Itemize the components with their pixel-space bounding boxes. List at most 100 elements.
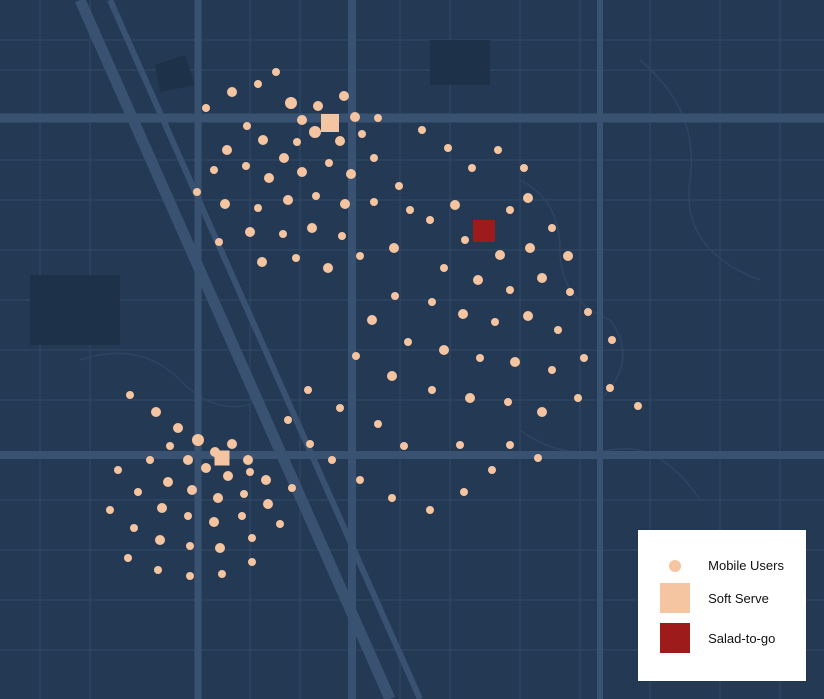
- mobile-user-marker[interactable]: [325, 159, 333, 167]
- mobile-user-marker[interactable]: [504, 398, 512, 406]
- mobile-user-marker[interactable]: [388, 494, 396, 502]
- mobile-user-marker[interactable]: [243, 455, 253, 465]
- mobile-user-marker[interactable]: [473, 275, 483, 285]
- mobile-user-marker[interactable]: [395, 182, 403, 190]
- mobile-user-marker[interactable]: [304, 386, 312, 394]
- mobile-user-marker[interactable]: [227, 439, 237, 449]
- mobile-user-marker[interactable]: [257, 257, 267, 267]
- mobile-user-marker[interactable]: [124, 554, 132, 562]
- mobile-user-marker[interactable]: [242, 162, 250, 170]
- mobile-user-marker[interactable]: [240, 490, 248, 498]
- mobile-user-marker[interactable]: [154, 566, 162, 574]
- mobile-user-marker[interactable]: [130, 524, 138, 532]
- mobile-user-marker[interactable]: [491, 318, 499, 326]
- mobile-user-marker[interactable]: [114, 466, 122, 474]
- mobile-user-marker[interactable]: [468, 164, 476, 172]
- mobile-user-marker[interactable]: [495, 250, 505, 260]
- mobile-user-marker[interactable]: [335, 136, 345, 146]
- mobile-user-marker[interactable]: [184, 512, 192, 520]
- mobile-user-marker[interactable]: [245, 227, 255, 237]
- mobile-user-marker[interactable]: [338, 232, 346, 240]
- mobile-user-marker[interactable]: [215, 543, 225, 553]
- mobile-user-marker[interactable]: [566, 288, 574, 296]
- mobile-user-marker[interactable]: [220, 199, 230, 209]
- soft-serve-marker[interactable]: [321, 114, 339, 132]
- mobile-user-marker[interactable]: [440, 264, 448, 272]
- mobile-user-marker[interactable]: [243, 122, 251, 130]
- mobile-user-marker[interactable]: [215, 238, 223, 246]
- mobile-user-marker[interactable]: [336, 404, 344, 412]
- mobile-user-marker[interactable]: [634, 402, 642, 410]
- mobile-user-marker[interactable]: [151, 407, 161, 417]
- mobile-user-marker[interactable]: [210, 166, 218, 174]
- mobile-user-marker[interactable]: [213, 493, 223, 503]
- mobile-user-marker[interactable]: [418, 126, 426, 134]
- mobile-user-marker[interactable]: [387, 371, 397, 381]
- mobile-user-marker[interactable]: [506, 286, 514, 294]
- mobile-user-marker[interactable]: [461, 236, 469, 244]
- mobile-user-marker[interactable]: [563, 251, 573, 261]
- mobile-user-marker[interactable]: [106, 506, 114, 514]
- mobile-user-marker[interactable]: [574, 394, 582, 402]
- mobile-user-marker[interactable]: [534, 454, 542, 462]
- mobile-user-marker[interactable]: [537, 273, 547, 283]
- mobile-user-marker[interactable]: [450, 200, 460, 210]
- mobile-user-marker[interactable]: [283, 195, 293, 205]
- mobile-user-marker[interactable]: [391, 292, 399, 300]
- mobile-user-marker[interactable]: [494, 146, 502, 154]
- mobile-user-marker[interactable]: [356, 476, 364, 484]
- mobile-user-marker[interactable]: [173, 423, 183, 433]
- mobile-user-marker[interactable]: [428, 386, 436, 394]
- mobile-user-marker[interactable]: [339, 91, 349, 101]
- mobile-user-marker[interactable]: [209, 517, 219, 527]
- mobile-user-marker[interactable]: [258, 135, 268, 145]
- mobile-user-marker[interactable]: [186, 572, 194, 580]
- salad-to-go-marker[interactable]: [473, 220, 495, 242]
- mobile-user-marker[interactable]: [222, 145, 232, 155]
- mobile-user-marker[interactable]: [146, 456, 154, 464]
- mobile-user-marker[interactable]: [350, 112, 360, 122]
- mobile-user-marker[interactable]: [525, 243, 535, 253]
- mobile-user-marker[interactable]: [192, 434, 204, 446]
- mobile-user-marker[interactable]: [460, 488, 468, 496]
- map-canvas[interactable]: Mobile Users Soft Serve Salad-to-go: [0, 0, 824, 699]
- mobile-user-marker[interactable]: [537, 407, 547, 417]
- mobile-user-marker[interactable]: [293, 138, 301, 146]
- mobile-user-marker[interactable]: [426, 216, 434, 224]
- mobile-user-marker[interactable]: [155, 535, 165, 545]
- mobile-user-marker[interactable]: [157, 503, 167, 513]
- mobile-user-marker[interactable]: [389, 243, 399, 253]
- mobile-user-marker[interactable]: [606, 384, 614, 392]
- mobile-user-marker[interactable]: [584, 308, 592, 316]
- mobile-user-marker[interactable]: [520, 164, 528, 172]
- mobile-user-marker[interactable]: [254, 204, 262, 212]
- mobile-user-marker[interactable]: [312, 192, 320, 200]
- mobile-user-marker[interactable]: [370, 198, 378, 206]
- mobile-user-marker[interactable]: [297, 115, 307, 125]
- mobile-user-marker[interactable]: [523, 193, 533, 203]
- mobile-user-marker[interactable]: [201, 463, 211, 473]
- mobile-user-marker[interactable]: [608, 336, 616, 344]
- mobile-user-marker[interactable]: [126, 391, 134, 399]
- mobile-user-marker[interactable]: [297, 167, 307, 177]
- mobile-user-marker[interactable]: [406, 206, 414, 214]
- mobile-user-marker[interactable]: [309, 126, 321, 138]
- mobile-user-marker[interactable]: [506, 441, 514, 449]
- mobile-user-marker[interactable]: [554, 326, 562, 334]
- mobile-user-marker[interactable]: [227, 87, 237, 97]
- mobile-user-marker[interactable]: [510, 357, 520, 367]
- mobile-user-marker[interactable]: [306, 440, 314, 448]
- mobile-user-marker[interactable]: [264, 173, 274, 183]
- mobile-user-marker[interactable]: [346, 169, 356, 179]
- soft-serve-marker[interactable]: [215, 451, 230, 466]
- mobile-user-marker[interactable]: [340, 199, 350, 209]
- mobile-user-marker[interactable]: [523, 311, 533, 321]
- mobile-user-marker[interactable]: [374, 420, 382, 428]
- mobile-user-marker[interactable]: [313, 101, 323, 111]
- mobile-user-marker[interactable]: [163, 477, 173, 487]
- mobile-user-marker[interactable]: [134, 488, 142, 496]
- mobile-user-marker[interactable]: [307, 223, 317, 233]
- mobile-user-marker[interactable]: [218, 570, 226, 578]
- mobile-user-marker[interactable]: [548, 366, 556, 374]
- mobile-user-marker[interactable]: [248, 534, 256, 542]
